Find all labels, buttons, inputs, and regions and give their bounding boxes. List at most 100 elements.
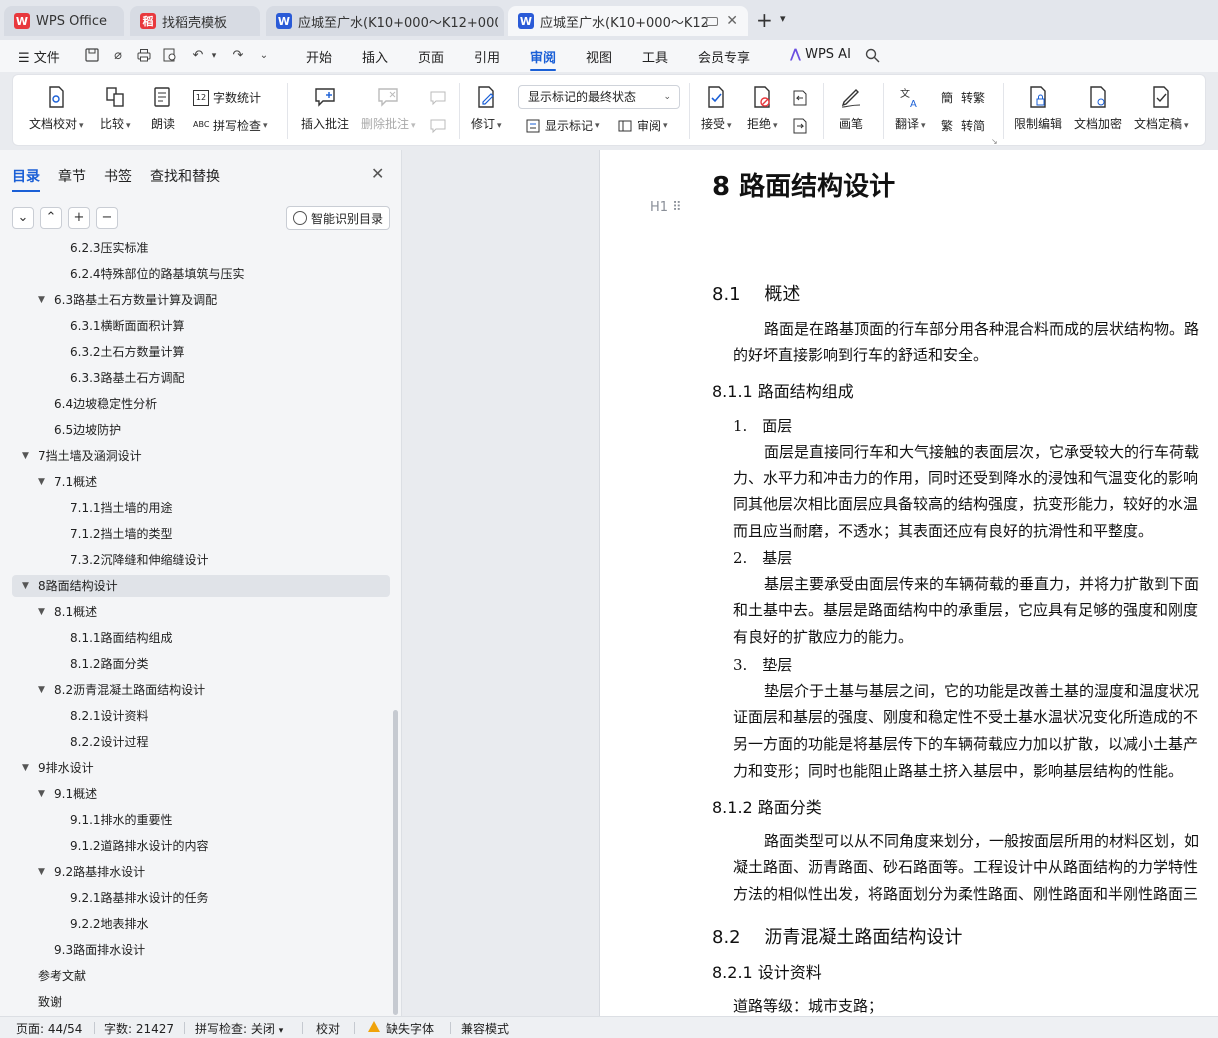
menu-references[interactable]: 引用 <box>474 47 500 66</box>
missing-font-status[interactable]: 缺失字体 <box>386 1020 434 1037</box>
compare-button[interactable]: 比较 ▾ <box>100 85 131 132</box>
menu-review[interactable]: 审阅 <box>530 47 557 71</box>
collapse-all-button[interactable]: ⌄ <box>12 207 34 229</box>
tab-docer-templates[interactable]: 稻 找稻壳模板 <box>130 6 260 36</box>
toc-item[interactable]: 致谢 <box>12 991 390 1013</box>
spell-check-button[interactable]: ABC 拼写检查 ▾ <box>193 117 268 134</box>
toc-item[interactable]: ▼ 8路面结构设计 <box>12 575 390 597</box>
toc-item[interactable]: 6.3.3路基土石方调配 <box>12 367 390 389</box>
toc-item[interactable]: 8.1.1路面结构组成 <box>12 627 390 649</box>
menu-view[interactable]: 视图 <box>586 47 612 66</box>
menu-start[interactable]: 开始 <box>306 47 332 66</box>
toc-item[interactable]: 7.1.2挡土墙的类型 <box>12 523 390 545</box>
menu-tools[interactable]: 工具 <box>642 47 668 66</box>
toc-item[interactable]: 8.2.2设计过程 <box>12 731 390 753</box>
tab-sections[interactable]: 章节 <box>58 166 86 186</box>
tab-document-active[interactable]: W 应城至广水(K10+000～K12+… ✕ <box>508 6 748 36</box>
tab-wps-office[interactable]: W WPS Office <box>4 6 124 36</box>
save-icon[interactable] <box>84 48 100 64</box>
chevron-down-icon[interactable]: ▾ <box>780 12 786 25</box>
expand-toggle-icon[interactable]: ▼ <box>22 575 29 597</box>
expand-toggle-icon[interactable]: ▼ <box>38 601 45 623</box>
toc-item[interactable]: 9.2.1路基排水设计的任务 <box>12 887 390 909</box>
chevron-down-icon[interactable]: ▾ <box>206 48 222 64</box>
markup-state-select[interactable]: 显示标记的最终状态 ⌄ <box>518 85 680 109</box>
menu-insert[interactable]: 插入 <box>362 47 388 66</box>
review-pane-button[interactable]: 审阅 ▾ <box>617 117 668 134</box>
toc-item[interactable]: 6.2.3压实标准 <box>12 242 390 259</box>
toc-item[interactable]: 9.1.1排水的重要性 <box>12 809 390 831</box>
nav-scrollbar[interactable] <box>393 710 398 1015</box>
reject-button[interactable]: 拒绝 ▾ <box>747 85 778 132</box>
toc-item[interactable]: 7.3.2沉降缝和伸缩缝设计 <box>12 549 390 571</box>
restrict-edit-button[interactable]: 限制编辑 <box>1014 85 1062 132</box>
expand-toggle-icon[interactable]: ▼ <box>38 289 45 311</box>
toc-item[interactable]: ▼ 8.2沥青混凝土路面结构设计 <box>12 679 390 701</box>
expand-toggle-icon[interactable]: ▼ <box>22 757 29 779</box>
tab-document-1[interactable]: W 应城至广水(K10+000～K12+000)段… <box>266 6 504 36</box>
doc-proof-button[interactable]: 文档校对 ▾ <box>29 85 84 132</box>
print-icon[interactable] <box>136 48 152 64</box>
expand-toggle-icon[interactable]: ▼ <box>22 445 29 467</box>
expand-up-button[interactable]: ⌃ <box>40 207 62 229</box>
toc-item[interactable]: 6.3.1横断面面积计算 <box>12 315 390 337</box>
expand-toggle-icon[interactable]: ▼ <box>38 679 45 701</box>
to-traditional-button[interactable]: 簡 转繁 <box>941 89 985 106</box>
accept-button[interactable]: 接受 ▾ <box>701 85 732 132</box>
toc-item[interactable]: ▼ 7挡土墙及涵洞设计 <box>12 445 390 467</box>
insert-comment-button[interactable]: 插入批注 <box>301 85 349 132</box>
word-count-status[interactable]: 字数: 21427 <box>104 1020 174 1037</box>
search-icon[interactable] <box>864 48 880 64</box>
pen-button[interactable]: 画笔 <box>839 85 863 132</box>
prev-comment-icon[interactable] <box>429 89 447 107</box>
to-simplified-button[interactable]: 繁 转简 <box>941 117 985 134</box>
toc-item[interactable]: 9.2.2地表排水 <box>12 913 390 935</box>
toc-item[interactable]: 9.1.2道路排水设计的内容 <box>12 835 390 857</box>
track-changes-button[interactable]: 修订 ▾ <box>471 85 502 132</box>
toc-item[interactable]: 9.3路面排水设计 <box>12 939 390 961</box>
print-preview-icon[interactable] <box>162 48 178 64</box>
tab-bookmarks[interactable]: 书签 <box>104 166 132 186</box>
word-count-button[interactable]: 12 字数统计 <box>193 89 261 106</box>
toc-item[interactable]: ▼ 8.1概述 <box>12 601 390 623</box>
toc-item[interactable]: ▼ 9.2路基排水设计 <box>12 861 390 883</box>
menu-page[interactable]: 页面 <box>418 47 444 66</box>
group-launcher-icon[interactable]: ↘ <box>991 137 998 146</box>
close-tab-icon[interactable]: ✕ <box>726 13 738 29</box>
more-chevron-icon[interactable]: ⌄ <box>256 48 272 64</box>
finalize-button[interactable]: 文档定稿 ▾ <box>1134 85 1189 132</box>
toc-item[interactable]: 8.2.1设计资料 <box>12 705 390 727</box>
read-aloud-button[interactable]: 朗读 <box>151 85 175 132</box>
expand-toggle-icon[interactable]: ▼ <box>38 783 45 805</box>
previous-change-icon[interactable] <box>791 89 809 107</box>
encrypt-button[interactable]: 文档加密 <box>1074 85 1122 132</box>
document-page[interactable]: 8 路面结构设计 8.1 概述 路面是在路基顶面的行车部分用各种混合料而成的层状… <box>599 150 1218 1016</box>
toc-item[interactable]: 6.2.4特殊部位的路基填筑与压实 <box>12 263 390 285</box>
share-icon[interactable]: ⌀ <box>110 48 126 64</box>
next-comment-icon[interactable] <box>429 117 447 135</box>
file-menu[interactable]: ☰ 文件 <box>18 47 60 66</box>
heading-drag-handle-icon[interactable]: H1 ⠿ <box>650 200 682 215</box>
page-indicator[interactable]: 页面: 44/54 <box>16 1020 82 1037</box>
toc-item[interactable]: 6.4边坡稳定性分析 <box>12 393 390 415</box>
expand-toggle-icon[interactable]: ▼ <box>38 861 45 883</box>
tab-find-replace[interactable]: 查找和替换 <box>150 166 220 186</box>
smart-toc-button[interactable]: 智能识别目录 <box>286 206 390 230</box>
toc-item[interactable]: 8.1.2路面分类 <box>12 653 390 675</box>
toc-item[interactable]: 6.5边坡防护 <box>12 419 390 441</box>
translate-button[interactable]: 文A 翻译 ▾ <box>895 85 926 132</box>
close-icon[interactable]: ✕ <box>371 164 384 183</box>
toc-item[interactable]: 7.1.1挡土墙的用途 <box>12 497 390 519</box>
proofread-status[interactable]: 校对 <box>316 1020 340 1037</box>
add-heading-button[interactable]: + <box>68 207 90 229</box>
wps-ai-button[interactable]: ⋀ WPS AI <box>790 47 851 62</box>
toc-item[interactable]: ▼ 7.1概述 <box>12 471 390 493</box>
toc-item[interactable]: ▼ 9.1概述 <box>12 783 390 805</box>
undo-icon[interactable]: ↶ <box>190 48 206 64</box>
menu-member[interactable]: 会员专享 <box>698 47 750 66</box>
toc-item[interactable]: 6.3.2土石方数量计算 <box>12 341 390 363</box>
tab-toc[interactable]: 目录 <box>12 166 40 192</box>
show-markup-button[interactable]: 显示标记 ▾ <box>525 117 600 134</box>
monitor-icon[interactable] <box>706 17 718 26</box>
next-change-icon[interactable] <box>791 117 809 135</box>
